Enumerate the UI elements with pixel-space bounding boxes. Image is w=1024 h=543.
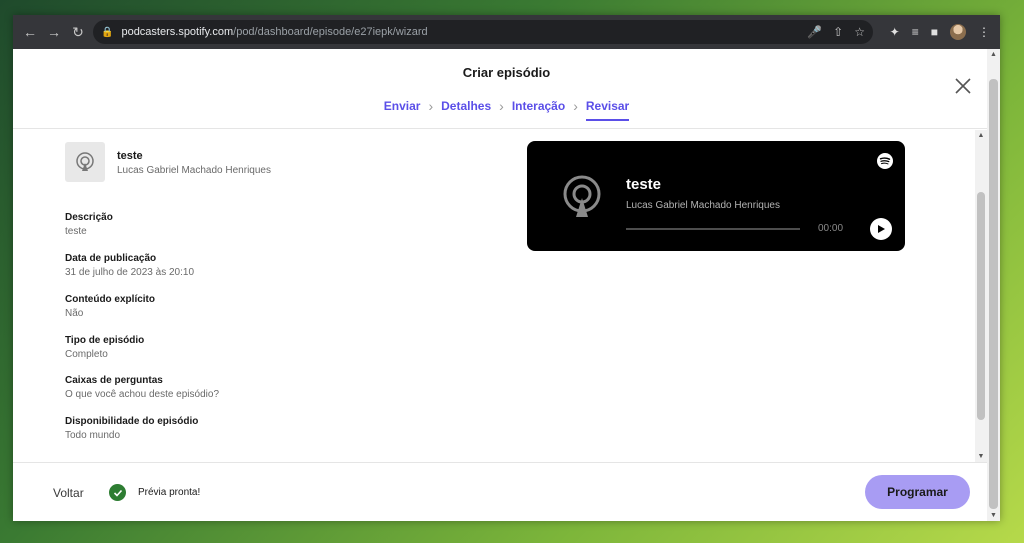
field-label: Caixas de perguntas (65, 375, 163, 386)
field-value: O que você achou deste episódio? (65, 389, 219, 400)
field-label: Descrição (65, 212, 113, 223)
bookmark-star-icon[interactable]: ☆ (854, 25, 865, 39)
review-content: teste Lucas Gabriel Machado Henriques De… (13, 130, 975, 462)
field-caixas-perguntas: Caixas de perguntas O que você achou des… (65, 375, 219, 400)
modal-title: Criar episódio (462, 65, 551, 80)
modal-header: Criar episódio Enviar › Detalhes › Inter… (13, 49, 1000, 129)
scroll-down-icon[interactable]: ▼ (975, 453, 987, 460)
spotify-logo-icon (877, 153, 893, 169)
field-label: Conteúdo explícito (65, 294, 155, 305)
content-scrollbar[interactable]: ▲ ▼ (975, 130, 987, 462)
field-value: Completo (65, 349, 108, 360)
close-icon[interactable] (954, 77, 972, 95)
lock-icon[interactable]: 🔒 (101, 27, 113, 38)
player-author: Lucas Gabriel Machado Henriques (626, 200, 780, 211)
scrollbar-thumb[interactable] (989, 79, 998, 509)
episode-preview-player: teste Lucas Gabriel Machado Henriques 00… (527, 141, 905, 251)
scroll-up-icon[interactable]: ▲ (975, 132, 987, 139)
field-disponibilidade: Disponibilidade do episódio Todo mundo (65, 416, 198, 441)
field-tipo-episodio: Tipo de episódio Completo (65, 335, 144, 360)
player-time: 00:00 (818, 223, 844, 234)
field-conteudo-explicito: Conteúdo explícito Não (65, 294, 155, 319)
forward-arrow-icon[interactable]: → (43, 21, 65, 43)
check-circle-icon (109, 484, 126, 501)
extensions-icon[interactable]: ✦ (890, 25, 900, 39)
address-bar[interactable]: 🔒 podcasters.spotify.com/pod/dashboard/e… (93, 20, 873, 44)
reading-list-icon[interactable]: ≡ (912, 25, 919, 39)
scroll-up-icon[interactable]: ▲ (987, 51, 1000, 58)
podcast-icon (76, 152, 94, 171)
field-value: Todo mundo (65, 430, 121, 441)
play-button[interactable] (870, 218, 892, 240)
episode-author: Lucas Gabriel Machado Henriques (117, 165, 271, 176)
back-arrow-icon[interactable]: ← (19, 21, 41, 43)
podcast-icon (563, 175, 601, 217)
field-descricao: Descrição teste (65, 212, 113, 237)
side-panel-icon[interactable]: ■ (931, 25, 938, 39)
browser-toolbar: ← → ↻ 🔒 podcasters.spotify.com/pod/dashb… (13, 15, 1000, 49)
progress-track[interactable] (626, 228, 800, 230)
field-data-publicacao: Data de publicação 31 de julho de 2023 à… (65, 253, 194, 278)
step-interacao[interactable]: Interação (512, 99, 565, 113)
browser-window: ← → ↻ 🔒 podcasters.spotify.com/pod/dashb… (13, 15, 1000, 521)
play-icon (878, 225, 885, 233)
step-revisar[interactable]: Revisar (585, 99, 630, 121)
share-icon[interactable]: ⇧ (833, 25, 843, 39)
back-button[interactable]: Voltar (53, 486, 84, 500)
wizard-steps: Enviar › Detalhes › Interação › Revisar (13, 91, 1000, 121)
field-label: Data de publicação (65, 253, 157, 264)
field-value: Não (65, 308, 84, 319)
scrollbar-thumb[interactable] (977, 192, 985, 420)
schedule-button[interactable]: Programar (865, 475, 970, 509)
chevron-right-icon: › (428, 98, 434, 114)
step-enviar[interactable]: Enviar (384, 99, 421, 113)
episode-name: teste (117, 150, 143, 162)
field-value: teste (65, 226, 87, 237)
url-path: /pod/dashboard/episode/e27iepk/wizard (233, 26, 428, 38)
microphone-icon[interactable]: 🎤 (807, 25, 822, 39)
chevron-right-icon: › (573, 98, 578, 114)
modal-footer: Voltar Prévia pronta! Programar (13, 462, 987, 521)
reload-icon[interactable]: ↻ (67, 21, 89, 43)
episode-thumbnail (65, 142, 105, 182)
chevron-right-icon: › (499, 98, 504, 114)
menu-dots-icon[interactable]: ⋮ (978, 25, 990, 39)
player-title: teste (626, 176, 662, 193)
preview-status: Prévia pronta! (138, 487, 201, 498)
page-scrollbar[interactable]: ▲ ▼ (987, 49, 1000, 521)
scroll-down-icon[interactable]: ▼ (987, 512, 1000, 519)
field-value: 31 de julho de 2023 às 20:10 (65, 267, 194, 278)
url-host: podcasters.spotify.com (121, 26, 234, 38)
field-label: Disponibilidade do episódio (65, 416, 199, 427)
field-label: Tipo de episódio (65, 335, 145, 346)
step-detalhes[interactable]: Detalhes (441, 99, 491, 113)
profile-avatar[interactable] (950, 24, 966, 40)
